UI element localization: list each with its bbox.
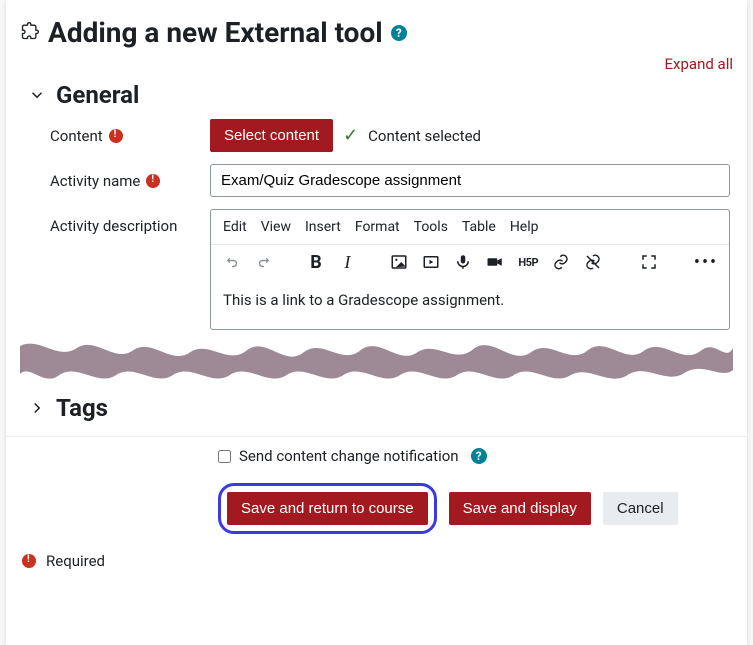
- section-general-title: General: [56, 81, 139, 109]
- editor-menu-tools[interactable]: Tools: [414, 219, 448, 235]
- microphone-icon[interactable]: [454, 251, 472, 273]
- required-label: Required: [46, 552, 105, 570]
- activity-description-label: Activity description: [50, 217, 177, 235]
- select-content-button[interactable]: Select content: [210, 119, 333, 152]
- richtext-editor: Edit View Insert Format Tools Table Help…: [210, 209, 730, 330]
- editor-menu-insert[interactable]: Insert: [305, 219, 341, 235]
- h5p-icon[interactable]: H5P: [518, 251, 538, 273]
- editor-menu-format[interactable]: Format: [355, 219, 400, 235]
- required-icon: [109, 129, 123, 143]
- torn-separator: [20, 336, 733, 382]
- help-icon[interactable]: ?: [471, 448, 487, 464]
- save-display-button[interactable]: Save and display: [449, 492, 591, 525]
- notify-checkbox[interactable]: [218, 450, 231, 463]
- page-title: Adding a new External tool: [48, 16, 383, 49]
- notify-label: Send content change notification: [239, 447, 459, 465]
- unlink-icon[interactable]: [584, 251, 602, 273]
- content-selected-status: Content selected: [368, 127, 481, 145]
- chevron-down-icon[interactable]: [28, 86, 46, 104]
- more-icon[interactable]: •••: [695, 251, 717, 273]
- video-icon[interactable]: [422, 251, 440, 273]
- cancel-button[interactable]: Cancel: [603, 492, 678, 525]
- editor-body[interactable]: This is a link to a Gradescope assignmen…: [211, 279, 729, 329]
- record-video-icon[interactable]: [486, 251, 504, 273]
- chevron-right-icon[interactable]: [28, 399, 46, 417]
- activity-name-label: Activity name: [50, 172, 140, 190]
- editor-menu-view[interactable]: View: [261, 219, 291, 235]
- italic-icon[interactable]: I: [339, 251, 356, 273]
- undo-icon[interactable]: [223, 251, 241, 273]
- help-icon[interactable]: ?: [391, 25, 407, 41]
- bold-icon[interactable]: B: [307, 251, 324, 273]
- required-icon: [22, 554, 36, 568]
- primary-action-highlight: Save and return to course: [218, 483, 437, 534]
- link-icon[interactable]: [552, 251, 570, 273]
- content-label: Content: [50, 127, 103, 145]
- fullscreen-icon[interactable]: [640, 251, 658, 273]
- expand-all-link[interactable]: Expand all: [665, 55, 733, 73]
- required-icon: [146, 174, 160, 188]
- editor-menu-help[interactable]: Help: [510, 219, 539, 235]
- redo-icon[interactable]: [255, 251, 273, 273]
- image-icon[interactable]: [390, 251, 408, 273]
- checkmark-icon: ✓: [343, 125, 358, 146]
- section-tags-title: Tags: [56, 394, 108, 422]
- editor-menu-edit[interactable]: Edit: [223, 219, 247, 235]
- divider: [6, 436, 747, 437]
- activity-name-input[interactable]: [210, 164, 730, 197]
- puzzle-icon: [20, 21, 40, 45]
- save-return-button[interactable]: Save and return to course: [227, 492, 428, 525]
- editor-menu-table[interactable]: Table: [462, 219, 496, 235]
